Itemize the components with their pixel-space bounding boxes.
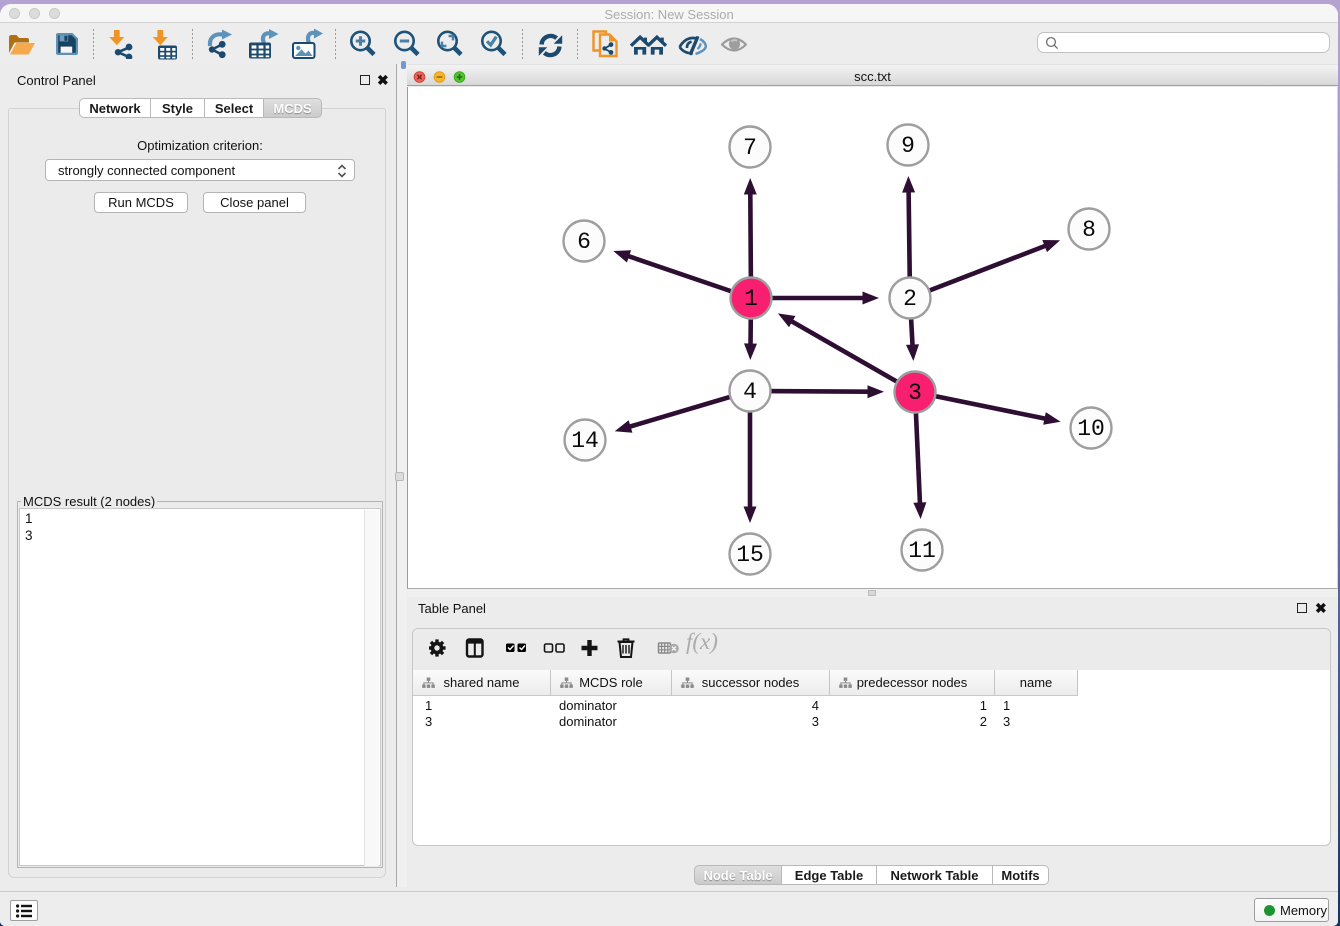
svg-text:3: 3 [908,380,922,406]
svg-text:8: 8 [1082,217,1096,243]
svg-text:6: 6 [577,229,591,255]
svg-text:4: 4 [743,379,757,405]
svg-text:11: 11 [908,538,936,564]
svg-text:14: 14 [571,428,599,454]
svg-text:7: 7 [743,135,757,161]
svg-text:15: 15 [736,542,764,568]
svg-text:9: 9 [901,133,915,159]
svg-text:1: 1 [744,286,758,312]
svg-text:2: 2 [903,286,917,312]
svg-text:10: 10 [1077,416,1105,442]
